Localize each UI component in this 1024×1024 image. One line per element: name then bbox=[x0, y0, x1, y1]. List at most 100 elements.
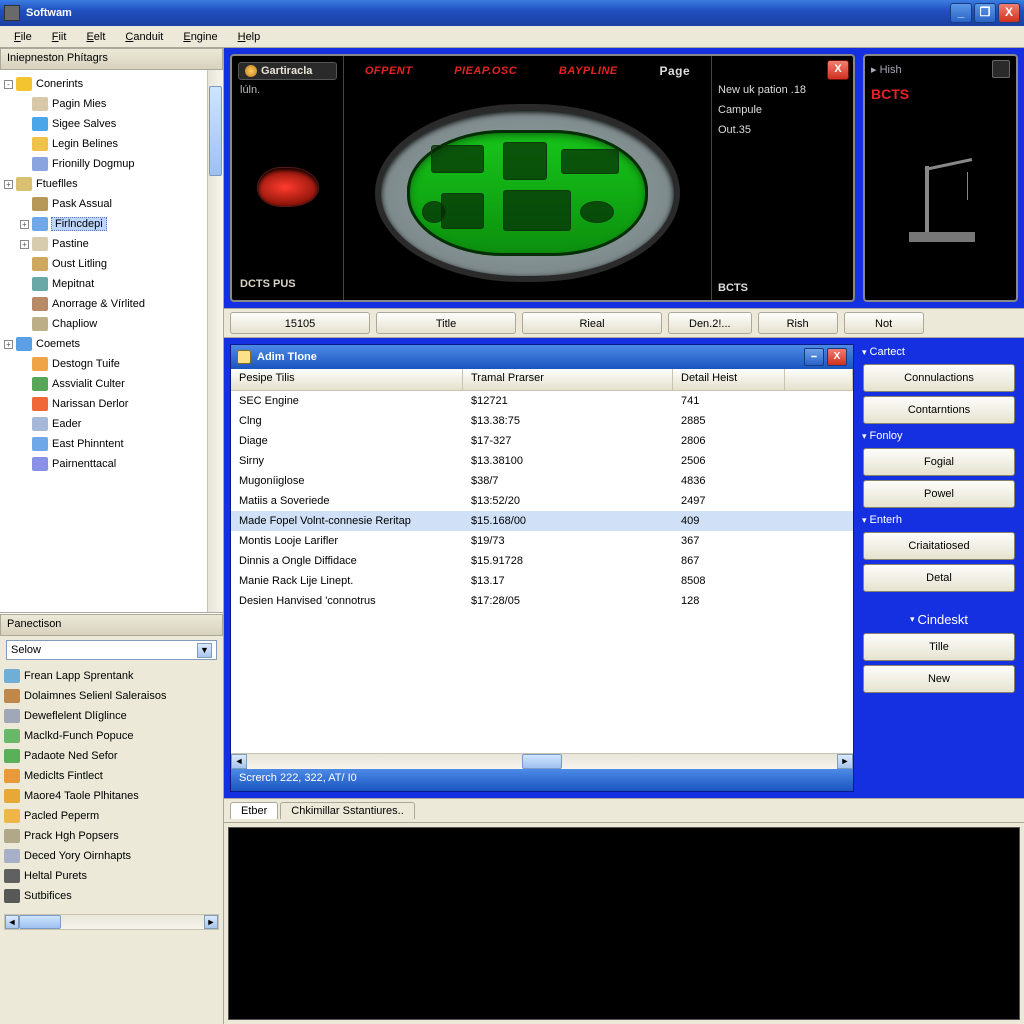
table-row[interactable]: Montis Looje Larifler$19/73367 bbox=[231, 531, 853, 551]
table-row[interactable]: Sirny$13.381002506 bbox=[231, 451, 853, 471]
menu-item[interactable]: Fiit bbox=[42, 29, 77, 45]
scroll-right-icon[interactable]: ► bbox=[837, 754, 853, 769]
filter-list-item[interactable]: Pacled Peperm bbox=[4, 806, 219, 826]
tree-toggle-icon[interactable]: + bbox=[4, 180, 13, 189]
tree-node[interactable]: - Conerints bbox=[2, 74, 205, 94]
maximize-button[interactable]: ❐ bbox=[974, 3, 996, 23]
table-row[interactable]: SEC Engine$12721741 bbox=[231, 391, 853, 411]
column-header[interactable]: Tramal Prarser bbox=[463, 369, 673, 390]
menu-item[interactable]: File bbox=[4, 29, 42, 45]
bottom-tab[interactable]: Chkimillar Sstantiures.. bbox=[280, 802, 414, 819]
tree-node[interactable]: Assvialit Culter bbox=[2, 374, 205, 394]
dropdown-icon[interactable]: ▼ bbox=[197, 643, 212, 658]
filter-list-item[interactable]: Heltal Purets bbox=[4, 866, 219, 886]
action-button[interactable]: Powel bbox=[863, 480, 1015, 508]
action-button[interactable]: Fogial bbox=[863, 448, 1015, 476]
tree-node[interactable]: Narissan Derlor bbox=[2, 394, 205, 414]
action-button[interactable]: Criaitatiosed bbox=[863, 532, 1015, 560]
tree-node[interactable]: Destogn Tuife bbox=[2, 354, 205, 374]
filter-list-item[interactable]: Maclkd-Funch Popuce bbox=[4, 726, 219, 746]
action-group-header[interactable]: Cindeskt bbox=[860, 610, 1018, 629]
tree-toggle-icon[interactable]: + bbox=[4, 340, 13, 349]
h-scroll-thumb[interactable] bbox=[19, 915, 61, 929]
tree-toggle-icon[interactable]: + bbox=[20, 240, 29, 249]
close-button[interactable]: X bbox=[998, 3, 1020, 23]
tree-node[interactable]: + Coemets bbox=[2, 334, 205, 354]
action-button[interactable]: Contarntions bbox=[863, 396, 1015, 424]
action-button[interactable]: Detal bbox=[863, 564, 1015, 592]
tree-node[interactable]: + Firlncdepi bbox=[2, 214, 205, 234]
action-button[interactable]: Connulactions bbox=[863, 364, 1015, 392]
scroll-left-icon[interactable]: ◄ bbox=[5, 915, 19, 929]
tab-button[interactable]: Rieal bbox=[522, 312, 662, 334]
table-row[interactable]: Manie Rack Lije Linept.$13.178508 bbox=[231, 571, 853, 591]
menu-item[interactable]: Canduit bbox=[115, 29, 173, 45]
tree-node[interactable]: Frionilly Dogmup bbox=[2, 154, 205, 174]
table-row[interactable]: Dinnis a Ongle Diffidace$15.91728867 bbox=[231, 551, 853, 571]
tree-node[interactable]: Mepitnat bbox=[2, 274, 205, 294]
table-body[interactable]: SEC Engine$12721741Clng$13.38:752885Diag… bbox=[231, 391, 853, 753]
tab-button[interactable]: Not bbox=[844, 312, 924, 334]
bottom-tab[interactable]: Etber bbox=[230, 802, 278, 819]
filter-select[interactable]: Selow ▼ bbox=[6, 640, 217, 660]
card-close-button[interactable]: X bbox=[827, 60, 849, 80]
console-area[interactable] bbox=[228, 827, 1020, 1020]
filter-list-item[interactable]: Sutbifices bbox=[4, 886, 219, 906]
tree-node[interactable]: + Ftueflles bbox=[2, 174, 205, 194]
tree-node[interactable]: Pask Assual bbox=[2, 194, 205, 214]
action-button[interactable]: Tille bbox=[863, 633, 1015, 661]
tab-button[interactable]: Title bbox=[376, 312, 516, 334]
action-group-header[interactable]: Enterh bbox=[860, 512, 1018, 528]
tree-scrollbar[interactable] bbox=[207, 70, 223, 612]
tree-node[interactable]: Pairnenttacal bbox=[2, 454, 205, 474]
filter-list-item[interactable]: Padaote Ned Sefor bbox=[4, 746, 219, 766]
menu-item[interactable]: Engine bbox=[173, 29, 227, 45]
tree-toggle-icon[interactable]: - bbox=[4, 80, 13, 89]
filter-list-item[interactable]: Frean Lapp Sprentank bbox=[4, 666, 219, 686]
table-row[interactable]: Clng$13.38:752885 bbox=[231, 411, 853, 431]
action-group-header[interactable]: Cartect bbox=[860, 344, 1018, 360]
h-scrollbar[interactable]: ◄ ► bbox=[4, 914, 219, 930]
filter-list-item[interactable]: Mediclts Fintlect bbox=[4, 766, 219, 786]
scroll-left-icon[interactable]: ◄ bbox=[231, 754, 247, 769]
h-scroll-thumb[interactable] bbox=[522, 754, 562, 769]
tree-node[interactable]: Anorrage & Vírlited bbox=[2, 294, 205, 314]
tree-node[interactable]: + Pastine bbox=[2, 234, 205, 254]
menu-item[interactable]: Help bbox=[228, 29, 271, 45]
filter-list-item[interactable]: Deced Yory Oirnhapts bbox=[4, 846, 219, 866]
tree-node[interactable]: Legin Belines bbox=[2, 134, 205, 154]
column-header[interactable]: Pesipe Tilis bbox=[231, 369, 463, 390]
table-row[interactable]: Made Fopel Volnt-connesie Reritap$15.168… bbox=[231, 511, 853, 531]
tab-button[interactable]: Rish bbox=[758, 312, 838, 334]
filter-list-item[interactable]: Prack Hgh Popsers bbox=[4, 826, 219, 846]
filter-list-item[interactable]: Dolaimnes Selienl Saleraisos bbox=[4, 686, 219, 706]
minimize-button[interactable]: _ bbox=[950, 3, 972, 23]
tree-node[interactable]: Chapliow bbox=[2, 314, 205, 334]
aux-card-button[interactable] bbox=[992, 60, 1010, 78]
filter-list-item[interactable]: Deweflelent Dlíglince bbox=[4, 706, 219, 726]
tree-node[interactable]: Eader bbox=[2, 414, 205, 434]
table-row[interactable]: Mugoníiglose$38/74836 bbox=[231, 471, 853, 491]
nav-tree[interactable]: - Conerints Pagin Mies Sigee Salves Legi… bbox=[0, 70, 207, 612]
action-group-header[interactable]: Fonloy bbox=[860, 428, 1018, 444]
tree-node[interactable]: Sigee Salves bbox=[2, 114, 205, 134]
tab-button[interactable]: Den.2!... bbox=[668, 312, 752, 334]
filter-list-item[interactable]: Maore4 Taole Plhitanes bbox=[4, 786, 219, 806]
table-h-scrollbar[interactable]: ◄ ► bbox=[231, 753, 853, 769]
menu-item[interactable]: Eelt bbox=[76, 29, 115, 45]
scroll-right-icon[interactable]: ► bbox=[204, 915, 218, 929]
column-header[interactable] bbox=[785, 369, 853, 390]
tree-node[interactable]: Pagin Mies bbox=[2, 94, 205, 114]
table-row[interactable]: Diage$17-3272806 bbox=[231, 431, 853, 451]
subwindow-min-button[interactable]: ⎯ bbox=[804, 348, 824, 366]
action-button[interactable]: New bbox=[863, 665, 1015, 693]
tab-button[interactable]: 15105 bbox=[230, 312, 370, 334]
tree-node[interactable]: Oust Litling bbox=[2, 254, 205, 274]
tree-node[interactable]: East Phinntent bbox=[2, 434, 205, 454]
tree-toggle-icon[interactable]: + bbox=[20, 220, 29, 229]
scrollbar-thumb[interactable] bbox=[209, 86, 222, 176]
table-row[interactable]: Matiis a Soveriede$13:52/202497 bbox=[231, 491, 853, 511]
column-header[interactable]: Detail Heist bbox=[673, 369, 785, 390]
table-row[interactable]: Desien Hanvised 'connotrus$17:28/05128 bbox=[231, 591, 853, 611]
subwindow-close-button[interactable]: X bbox=[827, 348, 847, 366]
